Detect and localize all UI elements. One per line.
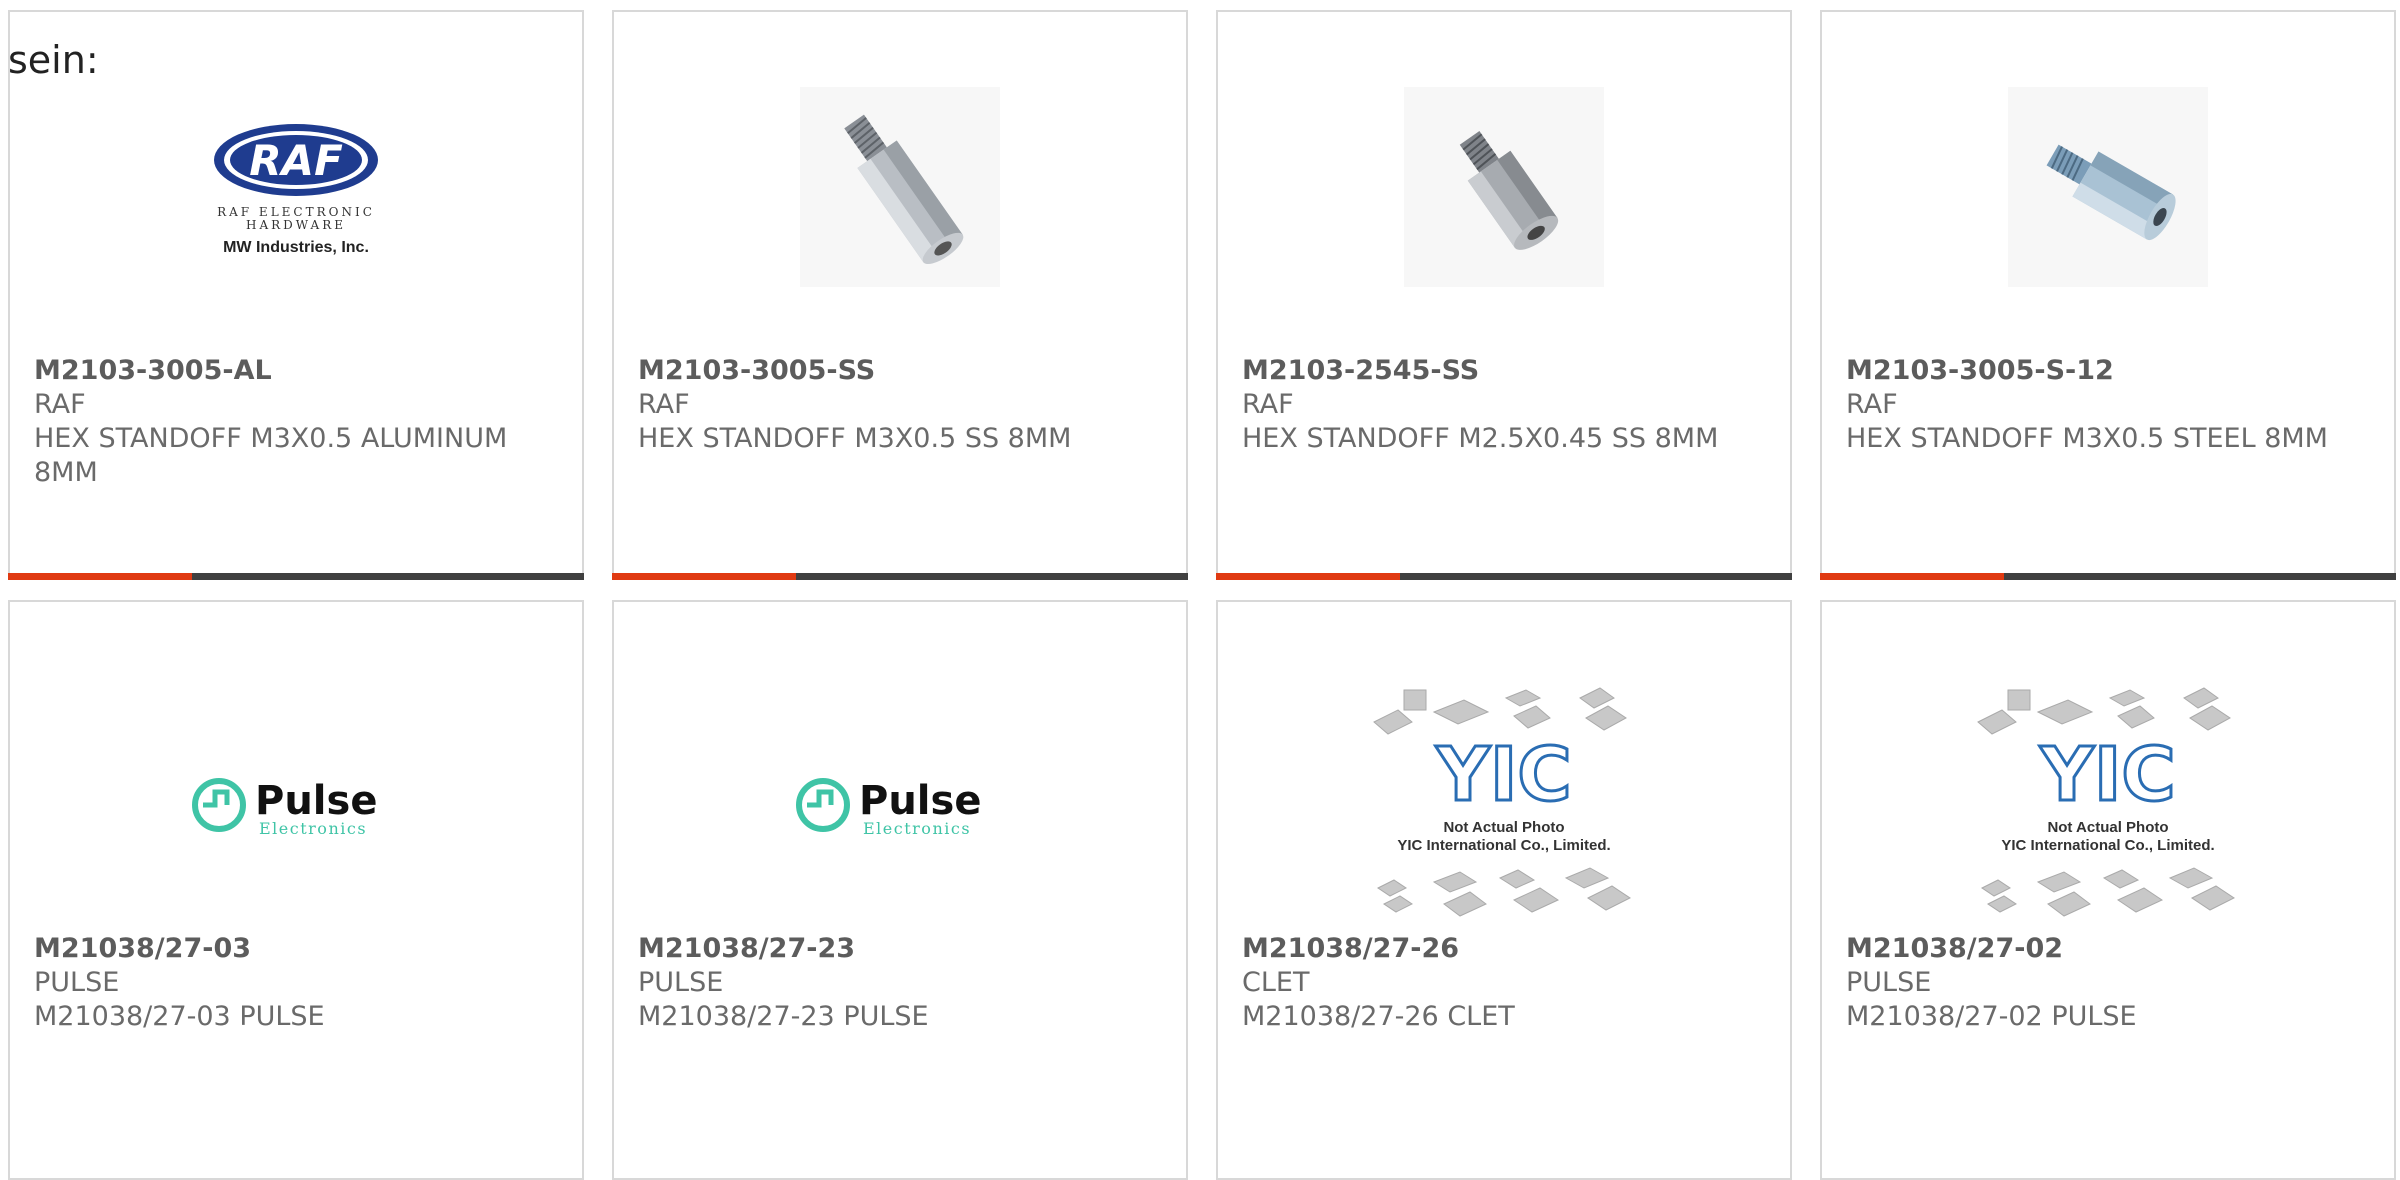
product-image[interactable]: YIC Not Actual Photo YIC International C… <box>1218 662 1790 952</box>
description: M21038/27-02 PULSE <box>1846 1001 2137 1032</box>
manufacturer: CLET <box>1242 967 1310 998</box>
pulse-logo-icon: Pulse Electronics <box>796 778 981 838</box>
svg-text:Electronics: Electronics <box>259 819 367 838</box>
svg-text:YIC International Co., Limited: YIC International Co., Limited. <box>1397 837 1610 854</box>
product-card[interactable]: Pulse Electronics M21038/27-03 PULSE M21… <box>8 600 584 1180</box>
card-footer-bar <box>1216 573 1792 580</box>
part-number[interactable]: M21038/27-02 <box>1846 932 2370 966</box>
part-number[interactable]: M21038/27-03 <box>34 932 558 966</box>
svg-text:Electronics: Electronics <box>863 819 971 838</box>
part-number[interactable]: M21038/27-23 <box>638 932 1162 966</box>
hex-standoff-icon <box>800 87 1000 287</box>
part-number[interactable]: M2103-2545-SS <box>1242 354 1766 388</box>
manufacturer: PULSE <box>34 967 120 998</box>
product-image[interactable]: Pulse Electronics <box>614 662 1186 952</box>
svg-text:MW Industries, Inc.: MW Industries, Inc. <box>223 239 369 256</box>
product-info: M2103-3005-SS RAF HEX STANDOFF M3X0.5 SS… <box>638 354 1162 456</box>
svg-text:Pulse: Pulse <box>255 778 377 824</box>
part-number[interactable]: M2103-3005-S-12 <box>1846 354 2370 388</box>
svg-text:HARDWARE: HARDWARE <box>246 218 346 232</box>
product-info: M21038/27-26 CLET M21038/27-26 CLET <box>1242 932 1766 1034</box>
svg-text:Pulse: Pulse <box>859 778 981 824</box>
description: M21038/27-03 PULSE <box>34 1001 325 1032</box>
part-number[interactable]: M2103-3005-SS <box>638 354 1162 388</box>
description: HEX STANDOFF M3X0.5 STEEL 8MM <box>1846 423 2328 454</box>
description: HEX STANDOFF M3X0.5 SS 8MM <box>638 423 1072 454</box>
svg-text:YIC: YIC <box>1435 732 1571 818</box>
not-actual-photo-icon: YIC Not Actual Photo YIC International C… <box>1373 687 1631 917</box>
product-info: M2103-3005-AL RAF HEX STANDOFF M3X0.5 AL… <box>34 354 558 490</box>
part-number[interactable]: M2103-3005-AL <box>34 354 558 388</box>
raf-logo-icon: RAF RAF ELECTRONIC HARDWARE MW Industrie… <box>214 124 378 256</box>
product-card[interactable]: RAF RAF ELECTRONIC HARDWARE MW Industrie… <box>8 10 584 580</box>
product-info: M21038/27-02 PULSE M21038/27-02 PULSE <box>1846 932 2370 1034</box>
card-footer-bar <box>1820 573 2396 580</box>
svg-text:RAF: RAF <box>249 136 343 185</box>
card-footer-bar <box>8 573 584 580</box>
product-card[interactable]: M2103-3005-S-12 RAF HEX STANDOFF M3X0.5 … <box>1820 10 2396 580</box>
svg-text:Not Actual Photo: Not Actual Photo <box>2047 819 2168 836</box>
product-image[interactable] <box>1822 72 2394 302</box>
manufacturer: PULSE <box>638 967 724 998</box>
description: M21038/27-26 CLET <box>1242 1001 1515 1032</box>
hex-standoff-icon <box>1404 87 1604 287</box>
product-info: M2103-2545-SS RAF HEX STANDOFF M2.5X0.45… <box>1242 354 1766 456</box>
svg-text:Not Actual Photo: Not Actual Photo <box>1443 819 1564 836</box>
svg-text:YIC International Co., Limited: YIC International Co., Limited. <box>2001 837 2214 854</box>
card-footer-bar <box>612 573 1188 580</box>
product-image[interactable]: RAF RAF ELECTRONIC HARDWARE MW Industrie… <box>10 72 582 302</box>
product-card[interactable]: M2103-2545-SS RAF HEX STANDOFF M2.5X0.45… <box>1216 10 1792 580</box>
not-actual-photo-icon: YIC Not Actual Photo YIC International C… <box>1977 687 2235 917</box>
manufacturer: RAF <box>638 389 690 420</box>
description: HEX STANDOFF M3X0.5 ALUMINUM 8MM <box>34 423 508 488</box>
product-card[interactable]: Pulse Electronics M21038/27-23 PULSE M21… <box>612 600 1188 1180</box>
product-info: M2103-3005-S-12 RAF HEX STANDOFF M3X0.5 … <box>1846 354 2370 456</box>
product-card[interactable]: YIC Not Actual Photo YIC International C… <box>1820 600 2396 1180</box>
svg-text:YIC: YIC <box>2039 732 2175 818</box>
description: HEX STANDOFF M2.5X0.45 SS 8MM <box>1242 423 1719 454</box>
svg-text:RAF ELECTRONIC: RAF ELECTRONIC <box>217 205 375 219</box>
manufacturer: RAF <box>1242 389 1294 420</box>
manufacturer: PULSE <box>1846 967 1932 998</box>
product-card[interactable]: YIC Not Actual Photo YIC International C… <box>1216 600 1792 1180</box>
page-label: sein: <box>8 38 99 82</box>
hex-standoff-icon <box>2008 87 2208 287</box>
pulse-logo-icon: Pulse Electronics <box>192 778 377 838</box>
product-card[interactable]: M2103-3005-SS RAF HEX STANDOFF M3X0.5 SS… <box>612 10 1188 580</box>
product-info: M21038/27-23 PULSE M21038/27-23 PULSE <box>638 932 1162 1034</box>
product-info: M21038/27-03 PULSE M21038/27-03 PULSE <box>34 932 558 1034</box>
description: M21038/27-23 PULSE <box>638 1001 929 1032</box>
manufacturer: RAF <box>34 389 86 420</box>
product-image[interactable]: YIC Not Actual Photo YIC International C… <box>1822 662 2394 952</box>
product-image[interactable] <box>1218 72 1790 302</box>
part-number[interactable]: M21038/27-26 <box>1242 932 1766 966</box>
product-image[interactable] <box>614 72 1186 302</box>
product-image[interactable]: Pulse Electronics <box>10 662 582 952</box>
manufacturer: RAF <box>1846 389 1898 420</box>
